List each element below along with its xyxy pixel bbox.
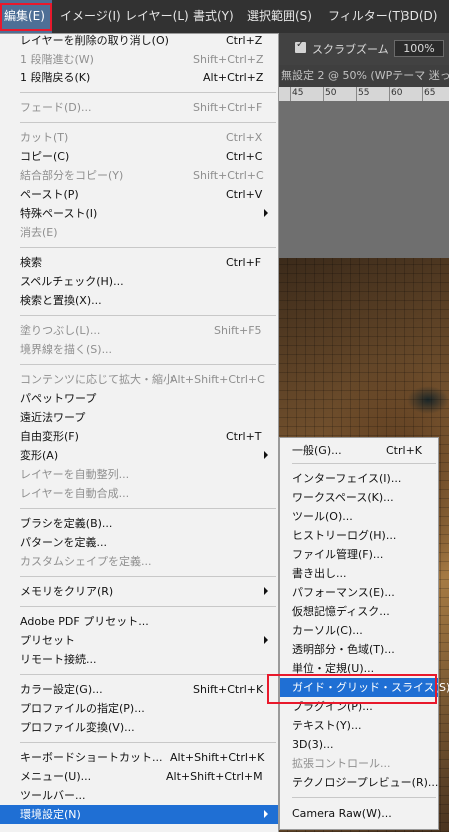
menu-separator [292,797,436,798]
pref-item-export[interactable]: 書き出し... [280,564,438,583]
menu-item-auto-blend-layers[interactable]: レイヤーを自動合成... [0,484,278,503]
menu-separator [292,463,436,464]
menu-item-remote-connections[interactable]: リモート接続... [0,650,278,669]
menu-image[interactable]: イメージ(I) [60,0,121,33]
pref-item-interface[interactable]: インターフェイス(I)... [280,469,438,488]
document-tab[interactable]: 無設定 2 @ 50% (WPテーマ 迷っ [278,65,449,87]
ruler-number: 50 [325,88,337,98]
menu-separator [20,315,276,316]
menu-separator [20,508,276,509]
pref-item-general[interactable]: 一般(G)... Ctrl+K [280,441,438,460]
menu-item-cut[interactable]: カット(T) Ctrl+X [0,128,278,147]
menu-item-convert-profile[interactable]: プロファイル変換(V)... [0,718,278,737]
pref-item-plugins[interactable]: プラグイン(P)... [280,697,438,716]
ruler-tick [323,87,324,101]
menu-item-auto-align-layers[interactable]: レイヤーを自動整列... [0,465,278,484]
ruler-number: 60 [391,88,403,98]
menu-item-fill[interactable]: 塗りつぶし(L)... Shift+F5 [0,321,278,340]
ruler-number: 65 [424,88,436,98]
menu-item-free-transform[interactable]: 自由変形(F) Ctrl+T [0,427,278,446]
menu-item-keyboard-shortcuts[interactable]: キーボードショートカット... Alt+Shift+Ctrl+K [0,748,278,767]
pref-item-history-log[interactable]: ヒストリーログ(H)... [280,526,438,545]
ruler-tick [290,87,291,101]
menu-item-transform[interactable]: 変形(A) [0,446,278,465]
ruler-tick [356,87,357,101]
chevron-right-icon [264,636,268,644]
menu-item-define-brush[interactable]: ブラシを定義(B)... [0,514,278,533]
menu-separator [20,122,276,123]
ruler-tick [422,87,423,101]
menu-bar: 編集(E) イメージ(I) レイヤー(L) 書式(Y) 選択範囲(S) フィルタ… [0,0,449,33]
menu-item-content-aware-scale[interactable]: コンテンツに応じて拡大・縮小 Alt+Shift+Ctrl+C [0,370,278,389]
chevron-right-icon [264,209,268,217]
menu-item-copy-merged[interactable]: 結合部分をコピー(Y) Shift+Ctrl+C [0,166,278,185]
menu-item-define-pattern[interactable]: パターンを定義... [0,533,278,552]
menu-item-purge[interactable]: メモリをクリア(R) [0,582,278,601]
pref-item-units-rulers[interactable]: 単位・定規(U)... [280,659,438,678]
menu-item-paste-special[interactable]: 特殊ペースト(I) [0,204,278,223]
menu-select[interactable]: 選択範囲(S) [247,0,312,33]
menu-item-undo[interactable]: レイヤーを削除の取り消し(O) Ctrl+Z [0,31,278,50]
menu-layer[interactable]: レイヤー(L) [125,0,189,33]
chevron-right-icon [264,810,268,818]
menu-item-clear[interactable]: 消去(E) [0,223,278,242]
menu-item-adobe-pdf-presets[interactable]: Adobe PDF プリセット... [0,612,278,631]
menu-item-perspective-warp[interactable]: 遠近法ワープ [0,408,278,427]
pref-item-type[interactable]: テキスト(Y)... [280,716,438,735]
menu-separator [20,92,276,93]
menu-item-define-custom-shape[interactable]: カスタムシェイプを定義... [0,552,278,571]
menu-type[interactable]: 書式(Y) [193,0,234,33]
menu-item-copy[interactable]: コピー(C) Ctrl+C [0,147,278,166]
pref-item-scratch-disks[interactable]: 仮想記憶ディスク... [280,602,438,621]
menu-item-presets[interactable]: プリセット [0,631,278,650]
horizontal-ruler: 45 50 55 60 65 [278,87,449,102]
menu-item-fade[interactable]: フェード(D)... Shift+Ctrl+F [0,98,278,117]
menu-item-menus[interactable]: メニュー(U)... Alt+Shift+Ctrl+M [0,767,278,786]
menu-filter[interactable]: フィルター(T) [328,0,404,33]
menu-separator [20,576,276,577]
pref-item-workspace[interactable]: ワークスペース(K)... [280,488,438,507]
pref-item-technology-previews[interactable]: テクノロジープレビュー(R)... [280,773,438,792]
pref-item-file-handling[interactable]: ファイル管理(F)... [280,545,438,564]
pref-item-performance[interactable]: パフォーマンス(E)... [280,583,438,602]
chevron-right-icon [264,451,268,459]
pref-item-guides-grid-slices[interactable]: ガイド・グリッド・スライス(S)... [280,678,449,697]
menu-separator [20,364,276,365]
pref-item-enhanced-controls[interactable]: 拡張コントロール... [280,754,438,773]
scrubby-zoom-label: スクラブズーム [312,43,389,56]
menu-item-paste[interactable]: ペースト(P) Ctrl+V [0,185,278,204]
menu-item-search[interactable]: 検索 Ctrl+F [0,253,278,272]
edit-menu: レイヤーを削除の取り消し(O) Ctrl+Z 1 段階進む(W) Shift+Ctr… [0,33,279,832]
zoom-field[interactable]: 100% [394,40,444,57]
ruler-tick [389,87,390,101]
ruler-number: 45 [292,88,304,98]
pref-item-transparency-gamut[interactable]: 透明部分・色域(T)... [280,640,438,659]
menu-separator [20,606,276,607]
menu-item-toolbar[interactable]: ツールバー... [0,786,278,805]
chevron-right-icon [264,587,268,595]
menu-separator [20,247,276,248]
menu-item-find-replace[interactable]: 検索と置換(X)... [0,291,278,310]
menu-item-stroke[interactable]: 境界線を描く(S)... [0,340,278,359]
menu-separator [20,674,276,675]
pref-item-camera-raw[interactable]: Camera Raw(W)... [280,804,438,823]
menu-item-step-backward[interactable]: 1 段階戻る(K) Alt+Ctrl+Z [0,68,278,87]
menu-edit[interactable]: 編集(E) [0,0,52,33]
menu-item-preferences[interactable]: 環境設定(N) [0,805,278,824]
pref-item-tools[interactable]: ツール(O)... [280,507,438,526]
options-bar: スクラブズーム 100% [278,33,449,65]
preferences-submenu: 一般(G)... Ctrl+K インターフェイス(I)... ワークスペース(K)… [279,437,449,830]
pref-item-cursors[interactable]: カーソル(C)... [280,621,438,640]
ruler-number: 55 [358,88,370,98]
pref-item-3d[interactable]: 3D(3)... [280,735,438,754]
menu-separator [20,742,276,743]
menu-3d[interactable]: 3D(D) [402,0,437,33]
menu-item-assign-profile[interactable]: プロファイルの指定(P)... [0,699,278,718]
menu-item-step-forward[interactable]: 1 段階進む(W) Shift+Ctrl+Z [0,50,278,69]
menu-item-color-settings[interactable]: カラー設定(G)... Shift+Ctrl+K [0,680,278,699]
menu-item-spell-check[interactable]: スペルチェック(H)... [0,272,278,291]
scrubby-zoom-checkbox[interactable] [295,39,306,53]
menu-item-puppet-warp[interactable]: パペットワープ [0,389,278,408]
